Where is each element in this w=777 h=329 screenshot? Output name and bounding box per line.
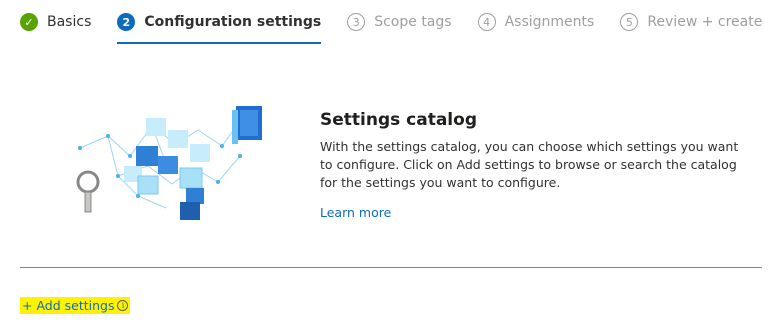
step-label: Review + create [647,14,763,30]
step-number: 3 [347,13,366,31]
divider [20,267,762,268]
learn-more-link[interactable]: Learn more [320,205,391,220]
add-settings-row: + Add settings i [20,297,131,314]
step-basics[interactable]: ✓ Basics [20,0,91,44]
settings-catalog-description: With the settings catalog, you can choos… [320,139,739,190]
info-icon[interactable]: i [117,300,129,311]
settings-catalog-panel: Settings catalog With the settings catal… [320,110,740,221]
step-label: Scope tags [374,14,452,30]
step-number: 5 [620,13,639,31]
checkmark-icon: ✓ [20,13,38,31]
add-settings-button[interactable]: + Add settings i [20,297,131,314]
wizard-steps: ✓ Basics 2 Configuration settings 3 Scop… [20,0,777,56]
add-settings-label: + Add settings [22,298,115,313]
step-configuration-settings[interactable]: 2 Configuration settings [117,0,321,44]
step-label: Configuration settings [144,14,322,30]
step-number: 2 [117,13,136,31]
step-review-create[interactable]: 5 Review + create [620,0,762,44]
step-label: Basics [47,14,92,30]
settings-catalog-illustration [68,96,274,226]
settings-catalog-title: Settings catalog [320,110,477,130]
step-scope-tags[interactable]: 3 Scope tags [347,0,452,44]
step-number: 4 [477,13,496,31]
cubes-graphic [76,106,262,220]
step-assignments[interactable]: 4 Assignments [477,0,595,44]
step-label: Assignments [504,14,595,30]
